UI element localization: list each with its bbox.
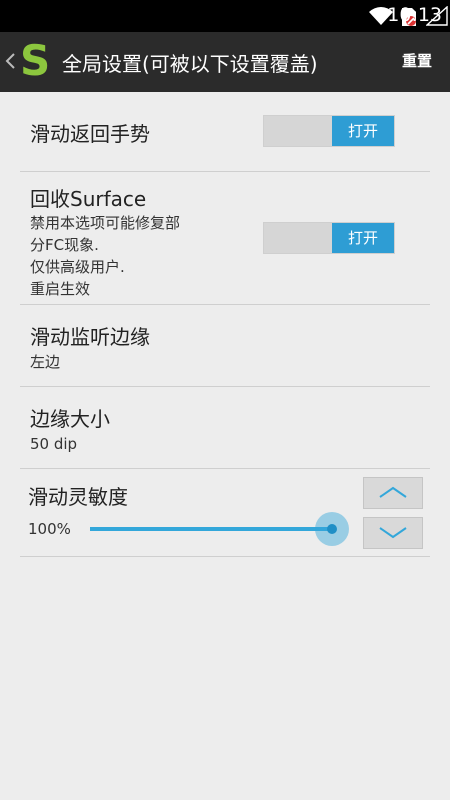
setting-value: 左边 [30, 353, 61, 371]
status-bar: 10:13 [0, 0, 450, 32]
setting-title: 滑动灵敏度 [28, 485, 128, 509]
slider-thumb [327, 524, 337, 534]
clock: 10:13 [387, 4, 442, 26]
setting-title: 滑动返回手势 [30, 122, 150, 146]
setting-edge-size[interactable]: 边缘大小 50 dip [20, 387, 430, 469]
swipe-back-toggle[interactable]: 打开 [263, 115, 395, 147]
toggle-on-label: 打开 [332, 116, 394, 146]
toggle-on-label: 打开 [332, 223, 394, 253]
sensitivity-value: 100% [28, 520, 71, 538]
increase-button[interactable] [363, 477, 423, 509]
setting-sensitivity: 滑动灵敏度 100% [20, 469, 430, 557]
action-bar: S 全局设置(可被以下设置覆盖) 重置 [0, 32, 450, 92]
sensitivity-slider[interactable] [88, 509, 368, 549]
page-title: 全局设置(可被以下设置覆盖) [62, 52, 318, 76]
setting-recycle-surface[interactable]: 回收Surface 禁用本选项可能修复部 分FC现象. 仅供高级用户. 重启生效… [20, 172, 430, 305]
decrease-button[interactable] [363, 517, 423, 549]
recycle-surface-toggle[interactable]: 打开 [263, 222, 395, 254]
chevron-down-icon [379, 527, 407, 539]
reset-button[interactable]: 重置 [402, 50, 432, 71]
app-logo[interactable]: S [20, 38, 56, 84]
chevron-up-icon [379, 486, 407, 498]
setting-value: 50 dip [30, 435, 78, 453]
settings-list: 滑动返回手势 打开 回收Surface 禁用本选项可能修复部 分FC现象. 仅供… [0, 92, 450, 557]
setting-listen-edge[interactable]: 滑动监听边缘 左边 [20, 305, 430, 387]
setting-swipe-back[interactable]: 滑动返回手势 打开 [20, 92, 430, 172]
setting-description: 禁用本选项可能修复部 分FC现象. 仅供高级用户. 重启生效 [30, 214, 181, 298]
setting-title: 回收Surface [30, 187, 147, 211]
back-chevron-icon[interactable] [4, 52, 16, 70]
setting-title: 滑动监听边缘 [30, 325, 150, 349]
setting-title: 边缘大小 [30, 407, 110, 431]
